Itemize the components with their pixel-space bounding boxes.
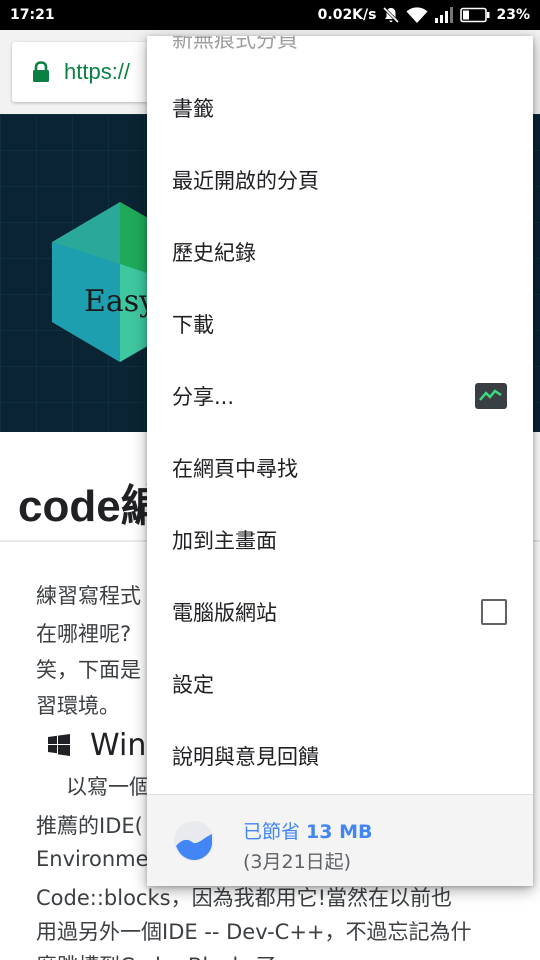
article-line: 習環境。 [36,694,120,718]
hero-logo-text: Easy [84,284,157,319]
article-line: 麼跳槽到Code::Blocks了 [36,950,277,960]
article-line: 練習寫程式 [36,584,141,608]
desktop-site-checkbox[interactable] [481,599,507,625]
menu-item-bookmarks[interactable]: 書籤 [147,72,533,144]
menu-item-desktop-site[interactable]: 電腦版網站 [147,576,533,648]
data-saver-amount: 13 MB [306,821,373,843]
status-bar: 17:21 0.02K/s 23% [0,0,540,30]
menu-item-recent-tabs[interactable]: 最近開啟的分頁 [147,144,533,216]
battery-level: 23% [496,7,530,23]
menu-item-add-to-home[interactable]: 加到主畫面 [147,504,533,576]
article-line: Environme [36,847,149,871]
menu-item-help-feedback[interactable]: 說明與意見回饋 [147,720,533,792]
data-saver-since: (3月21日起) [243,851,352,873]
url-text: https:// [64,59,131,84]
menu-item-share[interactable]: 分享... [147,360,533,432]
menu-item-downloads[interactable]: 下載 [147,288,533,360]
data-saver-footer[interactable]: 已節省 13 MB (3月21日起) [147,794,533,886]
article-line: Code::blocks，因為我都用它!當然在以前也 [36,886,452,910]
signal-icon [435,7,454,23]
menu-item-label: 說明與意見回饋 [172,745,319,769]
mute-icon [383,6,400,24]
overflow-menu: 新無痕式分頁 書籤 最近開啟的分頁 歷史紀錄 下載 分享... 在網頁中尋找 加… [147,36,533,886]
windows-icon [48,734,70,756]
data-saver-prefix: 已節省 [243,821,307,843]
article-line: 笑，下面是 [36,658,141,682]
menu-item-find-in-page[interactable]: 在網頁中尋找 [147,432,533,504]
menu-item-label: 分享... [172,385,235,409]
data-saver-icon [174,821,214,861]
menu-item-label: 加到主畫面 [172,529,277,553]
menu-item-label: 最近開啟的分頁 [172,169,319,193]
article-title: code編 [18,482,165,531]
menu-item-label: 電腦版網站 [172,601,277,625]
share-app-icon[interactable] [475,383,507,409]
network-speed: 0.02K/s [317,7,377,23]
menu-item-label: 在網頁中尋找 [172,457,298,481]
menu-item-new-incognito-tab[interactable]: 新無痕式分頁 [172,36,298,54]
menu-item-label: 書籤 [172,97,214,121]
article-line: 用過另外一個IDE -- Dev-C++，不過忘記為什 [36,920,472,944]
menu-item-settings[interactable]: 設定 [147,648,533,720]
status-time: 17:21 [10,7,55,23]
wifi-icon [406,7,428,23]
article-line: 以寫一個 [66,775,150,799]
article-line: 在哪裡呢? [36,622,132,646]
menu-item-history[interactable]: 歷史紀錄 [147,216,533,288]
lock-icon [33,61,49,82]
menu-item-label: 歷史紀錄 [172,241,256,265]
menu-item-label: 下載 [172,313,214,337]
data-saver-summary: 已節省 13 MB [243,817,373,844]
menu-item-label: 設定 [172,673,214,697]
status-indicators: 0.02K/s 23% [318,6,530,24]
article-line: 推薦的IDE( [36,814,143,838]
battery-icon [460,7,490,23]
